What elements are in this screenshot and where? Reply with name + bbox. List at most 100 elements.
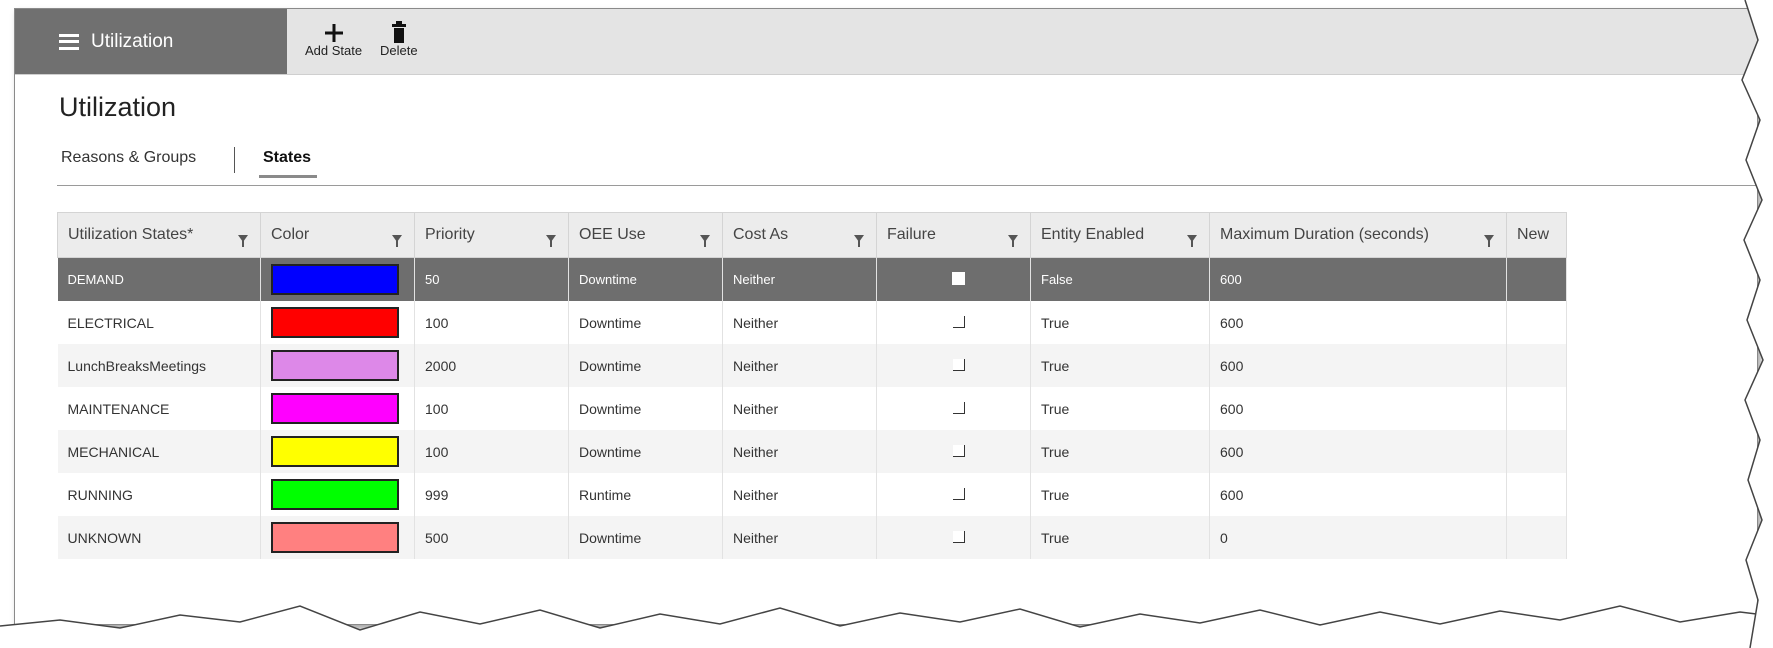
cell-cost-as[interactable]: Neither [722,301,877,344]
cell-oee-use[interactable]: Runtime [568,473,723,516]
cell-entity-enabled[interactable]: True [1030,301,1210,344]
filter-icon[interactable] [700,235,710,247]
cell-new[interactable] [1506,344,1567,387]
cell-failure[interactable] [876,257,1031,301]
cell-color[interactable] [260,344,415,387]
cell-failure[interactable] [876,301,1031,344]
column-header-color[interactable]: Color [260,212,415,258]
column-header-new[interactable]: New [1506,212,1567,258]
cell-oee-use[interactable]: Downtime [568,430,723,473]
color-swatch[interactable] [271,436,399,467]
filter-icon[interactable] [1008,235,1018,247]
cell-oee-use[interactable]: Downtime [568,387,723,430]
column-header-oee-use[interactable]: OEE Use [568,212,723,258]
table-row[interactable]: RUNNING 999 Runtime Neither True 600 [57,473,1567,516]
cell-cost-as[interactable]: Neither [722,430,877,473]
column-header-failure[interactable]: Failure [876,212,1031,258]
cell-new[interactable] [1506,516,1567,559]
cell-failure[interactable] [876,430,1031,473]
table-row[interactable]: MECHANICAL 100 Downtime Neither True 600 [57,430,1567,473]
cell-max-duration[interactable]: 600 [1209,387,1507,430]
color-swatch[interactable] [271,264,399,295]
color-swatch[interactable] [271,393,399,424]
column-header-utilization-states[interactable]: Utilization States* [57,212,261,258]
column-header-cost-as[interactable]: Cost As [722,212,877,258]
cell-max-duration[interactable]: 600 [1209,430,1507,473]
failure-checkbox[interactable] [952,271,965,285]
cell-priority[interactable]: 100 [414,301,569,344]
cell-entity-enabled[interactable]: True [1030,387,1210,430]
cell-color[interactable] [260,430,415,473]
cell-state[interactable]: MECHANICAL [57,430,261,473]
cell-new[interactable] [1506,301,1567,344]
cell-oee-use[interactable]: Downtime [568,344,723,387]
cell-cost-as[interactable]: Neither [722,257,877,301]
cell-new[interactable] [1506,387,1567,430]
filter-icon[interactable] [392,235,402,247]
cell-entity-enabled[interactable]: False [1030,257,1210,301]
cell-max-duration[interactable]: 600 [1209,344,1507,387]
failure-checkbox[interactable] [952,530,965,543]
cell-priority[interactable]: 500 [414,516,569,559]
cell-entity-enabled[interactable]: True [1030,430,1210,473]
cell-entity-enabled[interactable]: True [1030,473,1210,516]
column-header-maximum-duration[interactable]: Maximum Duration (seconds) [1209,212,1507,258]
filter-icon[interactable] [546,235,556,247]
cell-priority[interactable]: 100 [414,430,569,473]
table-row[interactable]: ELECTRICAL 100 Downtime Neither True 600 [57,301,1567,344]
app-menu-button[interactable]: Utilization [15,9,287,74]
delete-button[interactable]: Delete [380,19,418,58]
add-state-button[interactable]: Add State [305,19,362,58]
table-row[interactable]: UNKNOWN 500 Downtime Neither True 0 [57,516,1567,559]
cell-cost-as[interactable]: Neither [722,344,877,387]
cell-state[interactable]: MAINTENANCE [57,387,261,430]
cell-color[interactable] [260,387,415,430]
failure-checkbox[interactable] [952,487,965,500]
filter-icon[interactable] [1187,235,1197,247]
cell-oee-use[interactable]: Downtime [568,257,723,301]
cell-color[interactable] [260,257,415,301]
filter-icon[interactable] [1484,235,1494,247]
cell-failure[interactable] [876,344,1031,387]
color-swatch[interactable] [271,307,399,338]
cell-entity-enabled[interactable]: True [1030,516,1210,559]
color-swatch[interactable] [271,479,399,510]
failure-checkbox[interactable] [952,444,965,457]
cell-color[interactable] [260,301,415,344]
failure-checkbox[interactable] [952,315,965,328]
table-row[interactable]: LunchBreaksMeetings 2000 Downtime Neither Tr… [57,344,1567,387]
cell-priority[interactable]: 999 [414,473,569,516]
cell-max-duration[interactable]: 600 [1209,257,1507,301]
column-header-priority[interactable]: Priority [414,212,569,258]
cell-cost-as[interactable]: Neither [722,516,877,559]
table-row[interactable]: MAINTENANCE 100 Downtime Neither True 600 [57,387,1567,430]
cell-state[interactable]: RUNNING [57,473,261,516]
cell-max-duration[interactable]: 0 [1209,516,1507,559]
color-swatch[interactable] [271,350,399,381]
cell-oee-use[interactable]: Downtime [568,301,723,344]
failure-checkbox[interactable] [952,358,965,371]
color-swatch[interactable] [271,522,399,553]
failure-checkbox[interactable] [952,401,965,414]
filter-icon[interactable] [854,235,864,247]
cell-new[interactable] [1506,430,1567,473]
cell-oee-use[interactable]: Downtime [568,516,723,559]
tab-states[interactable]: States [259,149,318,178]
cell-cost-as[interactable]: Neither [722,387,877,430]
cell-color[interactable] [260,473,415,516]
cell-priority[interactable]: 2000 [414,344,569,387]
cell-state[interactable]: ELECTRICAL [57,301,261,344]
cell-new[interactable] [1506,257,1567,301]
tab-reasons-groups[interactable]: Reasons & Groups [61,149,196,175]
cell-state[interactable]: DEMAND [57,257,261,301]
column-header-entity-enabled[interactable]: Entity Enabled [1030,212,1210,258]
cell-max-duration[interactable]: 600 [1209,301,1507,344]
cell-max-duration[interactable]: 600 [1209,473,1507,516]
cell-failure[interactable] [876,387,1031,430]
cell-state[interactable]: UNKNOWN [57,516,261,559]
cell-color[interactable] [260,516,415,559]
cell-priority[interactable]: 50 [414,257,569,301]
filter-icon[interactable] [238,235,248,247]
cell-entity-enabled[interactable]: True [1030,344,1210,387]
cell-state[interactable]: LunchBreaksMeetings [57,344,261,387]
